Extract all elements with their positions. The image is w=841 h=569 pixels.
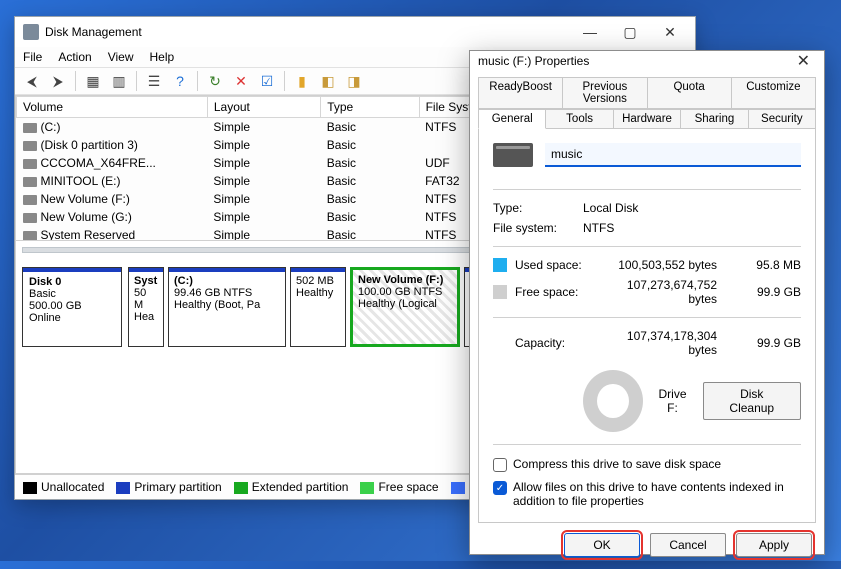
- minimize-button[interactable]: —: [579, 24, 601, 41]
- menu-file[interactable]: File: [23, 50, 42, 64]
- folder-icon[interactable]: ▮: [291, 70, 313, 92]
- column-header[interactable]: Type: [321, 97, 419, 118]
- tab-general[interactable]: General: [478, 109, 546, 129]
- column-header[interactable]: Volume: [17, 97, 208, 118]
- disk-management-icon: [23, 24, 39, 40]
- value-filesystem: NTFS: [583, 221, 614, 235]
- tab-sharing[interactable]: Sharing: [681, 109, 748, 129]
- index-checkbox-row[interactable]: ✓ Allow files on this drive to have cont…: [493, 476, 801, 512]
- apply-button[interactable]: Apply: [736, 533, 812, 557]
- label-capacity: Capacity:: [515, 336, 605, 350]
- label-type: Type:: [493, 201, 583, 215]
- tab-customize[interactable]: Customize: [732, 77, 816, 109]
- volume-icon: [23, 159, 37, 169]
- partition[interactable]: Syst50 MHea: [128, 267, 164, 347]
- panel2-icon[interactable]: ▥: [108, 70, 130, 92]
- disk-label-panel[interactable]: Disk 0 Basic 500.00 GB Online: [22, 267, 122, 347]
- value-used-human: 95.8 MB: [737, 258, 801, 272]
- legend-free: Free space: [378, 480, 438, 494]
- window-title: Disk Management: [45, 25, 579, 39]
- disk-state: Online: [29, 312, 61, 324]
- tab-tools[interactable]: Tools: [546, 109, 613, 129]
- drive-caption: Drive F:: [659, 387, 687, 415]
- volume-name-input[interactable]: [545, 143, 801, 167]
- cancel-button[interactable]: Cancel: [650, 533, 726, 557]
- properties-icon[interactable]: ☰: [143, 70, 165, 92]
- value-used-bytes: 100,503,552 bytes: [613, 258, 729, 272]
- tab-quota[interactable]: Quota: [648, 77, 732, 109]
- value-capacity-bytes: 107,374,178,304 bytes: [613, 329, 729, 357]
- tab-row-primary: General Tools Hardware Sharing Security: [478, 109, 816, 129]
- partition[interactable]: (C:)99.46 GB NTFSHealthy (Boot, Pa: [168, 267, 286, 347]
- close-icon[interactable]: ✕: [791, 51, 816, 71]
- disk-type: Basic: [29, 288, 56, 300]
- label-used: Used space:: [515, 258, 605, 272]
- tab-security[interactable]: Security: [749, 109, 816, 129]
- maximize-button[interactable]: ▢: [619, 24, 641, 41]
- close-button[interactable]: ✕: [659, 24, 681, 41]
- menu-view[interactable]: View: [108, 50, 134, 64]
- used-swatch: [493, 258, 507, 272]
- partition[interactable]: 502 MBHealthy: [290, 267, 346, 347]
- tab-row-secondary: ReadyBoost Previous Versions Quota Custo…: [478, 77, 816, 109]
- disk-name: Disk 0: [29, 276, 61, 288]
- menu-action[interactable]: Action: [58, 50, 91, 64]
- volume-icon: [23, 177, 37, 187]
- tab-readyboost[interactable]: ReadyBoost: [478, 77, 563, 109]
- legend-extended: Extended partition: [252, 480, 349, 494]
- label-filesystem: File system:: [493, 221, 583, 235]
- delete-icon[interactable]: ✕: [230, 70, 252, 92]
- volume-icon: [23, 141, 37, 151]
- value-type: Local Disk: [583, 201, 638, 215]
- index-label: Allow files on this drive to have conten…: [513, 480, 801, 508]
- dm-titlebar[interactable]: Disk Management — ▢ ✕: [15, 17, 695, 47]
- menu-help[interactable]: Help: [150, 50, 175, 64]
- value-free-bytes: 107,273,674,752 bytes: [613, 278, 729, 306]
- value-free-human: 99.9 GB: [737, 285, 801, 299]
- column-header[interactable]: Layout: [207, 97, 320, 118]
- drive-icon: [493, 143, 533, 167]
- properties-dialog: music (F:) Properties ✕ ReadyBoost Previ…: [469, 50, 825, 555]
- legend-primary: Primary partition: [134, 480, 221, 494]
- forward-icon[interactable]: ⮞: [47, 70, 69, 92]
- help-icon[interactable]: ?: [169, 70, 191, 92]
- compress-checkbox-row[interactable]: Compress this drive to save disk space: [493, 453, 801, 476]
- volume-icon: [23, 213, 37, 223]
- value-capacity-human: 99.9 GB: [737, 336, 801, 350]
- partition[interactable]: New Volume (F:)100.00 GB NTFSHealthy (Lo…: [350, 267, 460, 347]
- capacity-chart-icon: [583, 370, 643, 432]
- volume-icon: [23, 123, 37, 133]
- dialog-buttons: OK Cancel Apply: [470, 523, 824, 569]
- compress-checkbox[interactable]: [493, 458, 507, 472]
- panel1-icon[interactable]: ▦: [82, 70, 104, 92]
- label-free: Free space:: [515, 285, 605, 299]
- disk-size: 500.00 GB: [29, 300, 82, 312]
- volume-icon: [23, 195, 37, 205]
- tab-panel-general: Type:Local Disk File system:NTFS Used sp…: [478, 129, 816, 523]
- compress-label: Compress this drive to save disk space: [513, 457, 721, 471]
- check-icon[interactable]: ☑: [256, 70, 278, 92]
- tab-hardware[interactable]: Hardware: [614, 109, 681, 129]
- index-checkbox[interactable]: ✓: [493, 481, 507, 495]
- volume-icon: [23, 231, 37, 241]
- back-icon[interactable]: ⮜: [21, 70, 43, 92]
- ok-button[interactable]: OK: [564, 533, 640, 557]
- free-swatch: [493, 285, 507, 299]
- refresh-icon[interactable]: ↻: [204, 70, 226, 92]
- action2-icon[interactable]: ◨: [343, 70, 365, 92]
- disk-cleanup-button[interactable]: Disk Cleanup: [703, 382, 801, 420]
- tab-previous-versions[interactable]: Previous Versions: [563, 77, 647, 109]
- action1-icon[interactable]: ◧: [317, 70, 339, 92]
- dialog-title: music (F:) Properties: [478, 54, 791, 68]
- prop-titlebar[interactable]: music (F:) Properties ✕: [470, 51, 824, 71]
- legend-unallocated: Unallocated: [41, 480, 104, 494]
